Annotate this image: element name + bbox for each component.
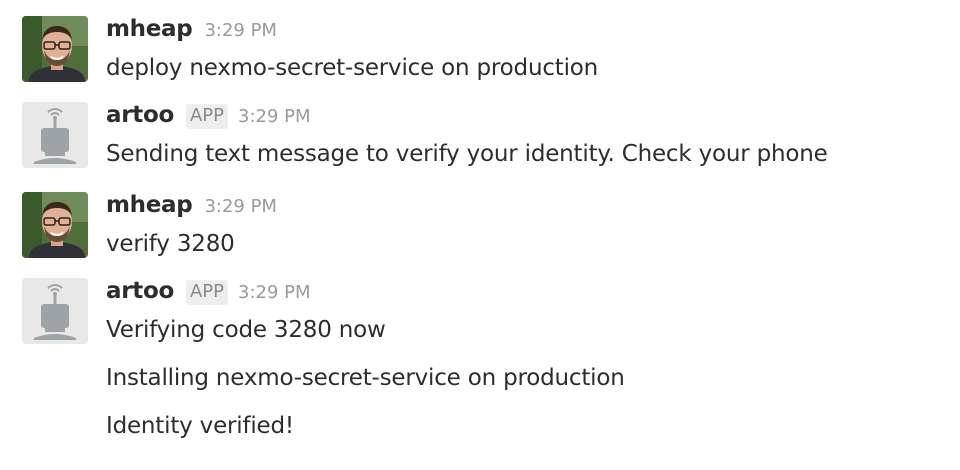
message-timestamp[interactable]: 3:29 PM	[204, 20, 277, 41]
bot-avatar[interactable]	[22, 278, 88, 344]
bot-avatar[interactable]	[22, 102, 88, 168]
message-text: Sending text message to verify your iden…	[106, 141, 828, 167]
sender-name[interactable]: artoo	[106, 102, 174, 128]
message-text: Installing nexmo-secret-service on produ…	[106, 365, 625, 391]
message-text: deploy nexmo-secret-service on productio…	[106, 55, 599, 81]
message-text: Verifying code 3280 now	[106, 317, 386, 343]
message-text: verify 3280	[106, 231, 235, 257]
user-avatar[interactable]	[22, 16, 88, 82]
message-item: mheap 3:29 PM verify 3280	[22, 192, 960, 260]
user-photo-avatar-icon	[22, 192, 88, 258]
message-timestamp[interactable]: 3:29 PM	[238, 106, 311, 127]
sender-name[interactable]: artoo	[106, 278, 174, 304]
message-item: mheap 3:29 PM deploy nexmo-secret-servic…	[22, 16, 960, 84]
robot-avatar-icon	[22, 102, 88, 168]
sender-name[interactable]: mheap	[106, 192, 193, 218]
message-timestamp[interactable]: 3:29 PM	[238, 282, 311, 303]
message-timestamp[interactable]: 3:29 PM	[204, 196, 277, 217]
sender-name[interactable]: mheap	[106, 16, 193, 42]
message-item: artoo APP 3:29 PM Verifying code 3280 no…	[22, 278, 960, 442]
message-feed: mheap 3:29 PM deploy nexmo-secret-servic…	[0, 0, 960, 470]
message-text: Identity verified!	[106, 413, 294, 439]
app-badge: APP	[185, 280, 228, 305]
message-item: artoo APP 3:29 PM Sending text message t…	[22, 102, 960, 170]
user-avatar[interactable]	[22, 192, 88, 258]
user-photo-avatar-icon	[22, 16, 88, 82]
robot-avatar-icon	[22, 278, 88, 344]
app-badge: APP	[185, 104, 228, 129]
